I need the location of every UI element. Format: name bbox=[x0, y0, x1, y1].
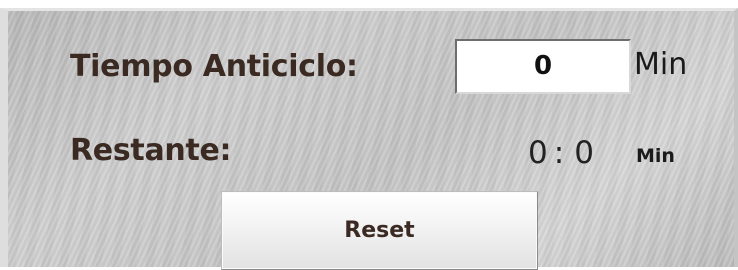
anticycle-panel: Tiempo Anticiclo: 0 Min Restante: 0:0 Mi… bbox=[0, 8, 738, 270]
remaining-label: Restante: bbox=[70, 133, 232, 168]
remaining-separator: : bbox=[553, 135, 565, 171]
remaining-unit: Min bbox=[636, 145, 675, 167]
reset-button[interactable]: Reset bbox=[221, 191, 538, 270]
anticycle-time-unit: Min bbox=[634, 47, 688, 82]
anticycle-time-input[interactable]: 0 bbox=[455, 39, 631, 94]
remaining-time-display: 0:0 bbox=[528, 135, 594, 171]
remaining-minutes: 0 bbox=[528, 135, 548, 171]
remaining-seconds: 0 bbox=[574, 135, 594, 171]
anticycle-time-label: Tiempo Anticiclo: bbox=[70, 49, 358, 84]
